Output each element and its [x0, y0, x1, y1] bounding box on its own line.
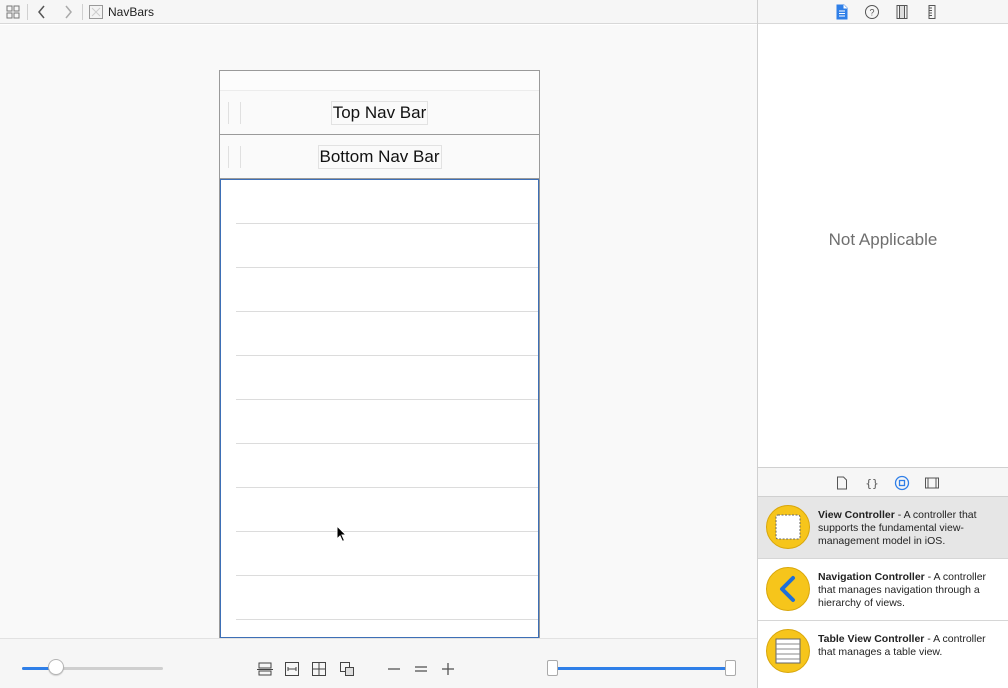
bottom-nav-bar[interactable]: Bottom Nav Bar [220, 135, 539, 179]
table-row-separator [236, 355, 538, 356]
mouse-cursor-icon [336, 524, 348, 548]
not-applicable-label: Not Applicable [828, 230, 938, 249]
range-slider[interactable] [553, 667, 731, 670]
zoom-fit-icon[interactable] [413, 661, 429, 677]
library-tabs: {} [758, 467, 1008, 497]
svg-text:?: ? [869, 8, 874, 18]
canvas-bottom-bar [0, 638, 757, 688]
identity-icon[interactable] [894, 4, 910, 20]
inspector-tabs: ? [758, 0, 1008, 24]
library-item-name: Table View Controller [818, 633, 925, 645]
range-slider-right-handle[interactable] [725, 660, 736, 676]
attributes-icon[interactable] [924, 4, 940, 20]
svg-text:{}: {} [865, 477, 878, 490]
status-bar [220, 71, 539, 91]
forward-icon[interactable] [59, 3, 77, 21]
table-row-separator [236, 311, 538, 312]
table-row-separator [236, 487, 538, 488]
inspector-pane: Not Applicable [758, 25, 1008, 467]
zoom-slider[interactable] [22, 667, 163, 670]
align-icon[interactable] [257, 661, 273, 677]
table-row-separator [236, 267, 538, 268]
top-nav-bar-title[interactable]: Top Nav Bar [330, 101, 429, 125]
table-view[interactable] [220, 179, 539, 638]
list-item-view-controller[interactable]: View Controller - A controller that supp… [758, 497, 1008, 559]
bottom-nav-bar-title[interactable]: Bottom Nav Bar [317, 145, 442, 169]
table-row-separator [236, 619, 538, 620]
pin-icon[interactable] [284, 661, 300, 677]
zoom-out-icon[interactable] [386, 661, 402, 677]
view-controller-icon [766, 505, 810, 549]
code-snippet-icon[interactable]: {} [864, 475, 880, 491]
library-item-name: View Controller [818, 509, 895, 521]
table-view-controller-icon [766, 629, 810, 673]
table-row-separator [236, 443, 538, 444]
back-icon[interactable] [33, 3, 51, 21]
resizing-icon[interactable] [339, 661, 355, 677]
breadcrumb-title[interactable]: NavBars [108, 4, 154, 20]
library-item-name: Navigation Controller [818, 571, 925, 583]
table-row-separator [236, 223, 538, 224]
file-icon[interactable] [834, 4, 850, 20]
file-template-icon[interactable] [834, 475, 850, 491]
zoom-in-icon[interactable] [440, 661, 456, 677]
jump-bar: NavBars [0, 0, 757, 24]
top-nav-bar[interactable]: Top Nav Bar [220, 91, 539, 135]
grid-icon[interactable] [4, 3, 22, 21]
zoom-slider-knob[interactable] [47, 659, 64, 675]
table-row-separator [236, 399, 538, 400]
object-library-list: View Controller - A controller that supp… [758, 497, 1008, 688]
storyboard-file-icon [87, 3, 105, 21]
resolve-icon[interactable] [311, 661, 327, 677]
table-row-separator [236, 531, 538, 532]
help-icon[interactable]: ? [864, 4, 880, 20]
list-item-table-view-controller[interactable]: Table View Controller - A controller tha… [758, 621, 1008, 683]
navigation-controller-icon [766, 567, 810, 611]
range-slider-left-handle[interactable] [547, 660, 558, 676]
media-library-icon[interactable] [924, 475, 940, 491]
view-controller-scene[interactable]: Top Nav Bar Bottom Nav Bar [219, 70, 540, 639]
list-item-navigation-controller[interactable]: Navigation Controller - A controller tha… [758, 559, 1008, 621]
object-library-icon[interactable] [894, 475, 910, 491]
table-row-separator [236, 575, 538, 576]
